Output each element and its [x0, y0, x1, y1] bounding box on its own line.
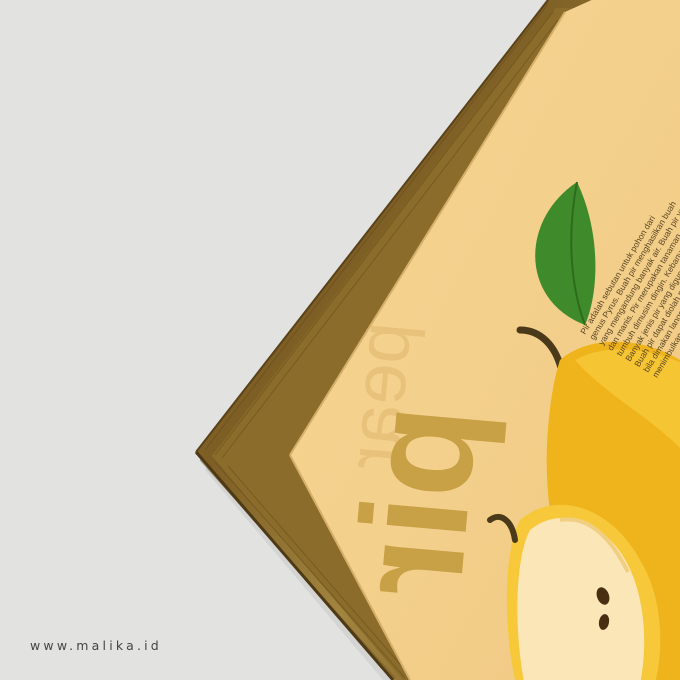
watermark-text: www.malika.id	[30, 638, 162, 653]
framed-pear-poster-photo: pear pir Pir adalah sebutan untuk pohon …	[194, 0, 680, 680]
